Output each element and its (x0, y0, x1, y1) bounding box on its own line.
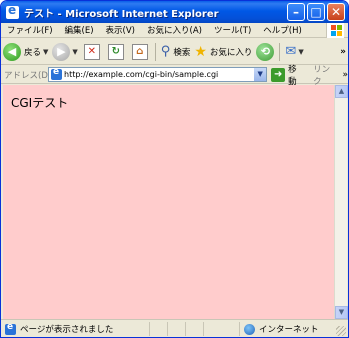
menu-bar: ファイル(F) 編集(E) 表示(V) お気に入り(A) ツール(T) ヘルプ(… (1, 23, 348, 38)
back-dropdown-icon[interactable]: ▼ (43, 48, 48, 56)
minimize-icon: – (293, 5, 299, 19)
status-panel (203, 322, 221, 336)
menu-help[interactable]: ヘルプ(H) (257, 24, 308, 36)
globe-icon (244, 323, 255, 335)
status-bar: ページが表示されました インターネット (1, 319, 348, 337)
forward-arrow-icon: ▶ (52, 42, 71, 61)
search-button[interactable]: ⚲ 検索 (159, 41, 193, 63)
page-heading: CGIテスト (11, 96, 69, 110)
title-bar[interactable]: テスト - Microsoft Internet Explorer – □ ✕ (1, 1, 348, 23)
forward-dropdown-icon[interactable]: ▼ (72, 48, 77, 56)
mail-button[interactable]: ✉ ▼ (283, 41, 305, 63)
security-zone[interactable]: インターネット (239, 322, 319, 336)
status-panel (185, 322, 203, 336)
ie-window: テスト - Microsoft Internet Explorer – □ ✕ … (0, 0, 349, 338)
search-label: 検索 (173, 47, 191, 58)
back-button[interactable]: ◀ 戻る ▼ (1, 41, 50, 63)
history-button[interactable]: ⟲ (254, 41, 276, 63)
back-label: 戻る (24, 47, 42, 58)
status-panel (149, 322, 167, 336)
star-icon: ★ (194, 43, 207, 60)
status-page-icon (5, 322, 16, 335)
toolbar-overflow-chevron[interactable]: » (338, 41, 348, 63)
ie-logo-icon (6, 3, 19, 19)
go-label: 移動 (288, 64, 297, 87)
search-icon: ⚲ (160, 44, 171, 59)
window-controls: – □ ✕ (287, 3, 345, 21)
page-icon (51, 67, 62, 80)
address-field[interactable]: http://example.com/cgi-bin/sample.cgi ▼ (48, 67, 268, 82)
address-dropdown-icon[interactable]: ▼ (254, 68, 267, 81)
links-overflow-chevron[interactable]: » (342, 70, 348, 80)
status-panels (149, 322, 221, 336)
home-icon: ⌂ (131, 43, 148, 60)
zone-label: インターネット (259, 325, 319, 335)
refresh-icon: ↻ (107, 43, 124, 60)
favorites-button[interactable]: ★ お気に入り (192, 41, 254, 63)
menu-edit[interactable]: 編集(E) (59, 24, 100, 36)
stop-button[interactable]: ✕ (80, 41, 104, 63)
toolbar-separator (154, 42, 156, 61)
scroll-down-icon[interactable]: ▼ (335, 306, 348, 319)
home-button[interactable]: ⌂ (128, 41, 152, 63)
toolbar-separator (279, 42, 281, 61)
stop-icon: ✕ (83, 43, 100, 60)
status-panel (167, 322, 185, 336)
address-label: アドレス(D) (4, 70, 52, 81)
maximize-icon: □ (310, 5, 322, 19)
windows-logo-icon (326, 23, 344, 38)
vertical-scrollbar[interactable]: ▲ ▼ (334, 85, 348, 319)
go-button[interactable]: ➜ 移動 (271, 63, 305, 87)
page-content: CGIテスト (3, 85, 334, 319)
close-button[interactable]: ✕ (327, 3, 345, 21)
mail-icon: ✉ (285, 44, 297, 59)
minimize-button[interactable]: – (287, 3, 305, 21)
menu-file[interactable]: ファイル(F) (1, 24, 59, 36)
favorites-label: お気に入り (209, 47, 253, 58)
standard-toolbar: ◀ 戻る ▼ ▶ ▼ ✕ ↻ ⌂ ⚲ 検索 ★ お気に入り ⟲ ✉ ▼ » (1, 39, 348, 65)
menu-favorites[interactable]: お気に入り(A) (141, 24, 208, 36)
mail-dropdown-icon[interactable]: ▼ (298, 48, 303, 56)
address-url[interactable]: http://example.com/cgi-bin/sample.cgi (64, 70, 254, 79)
window-title: テスト - Microsoft Internet Explorer (24, 8, 219, 20)
forward-button[interactable]: ▶ ▼ (50, 41, 79, 63)
address-bar: アドレス(D) http://example.com/cgi-bin/sampl… (1, 63, 348, 87)
refresh-button[interactable]: ↻ (104, 41, 128, 63)
go-arrow-icon: ➜ (271, 67, 286, 82)
links-button[interactable]: リンク (313, 63, 338, 87)
resize-grip-icon[interactable] (336, 326, 346, 336)
status-text: ページが表示されました (20, 325, 114, 335)
history-icon: ⟲ (256, 42, 275, 61)
maximize-button[interactable]: □ (307, 3, 325, 21)
menu-view[interactable]: 表示(V) (100, 24, 141, 36)
menu-tools[interactable]: ツール(T) (208, 24, 257, 36)
back-arrow-icon: ◀ (3, 42, 21, 61)
close-icon: ✕ (330, 5, 342, 19)
scroll-up-icon[interactable]: ▲ (335, 85, 348, 98)
